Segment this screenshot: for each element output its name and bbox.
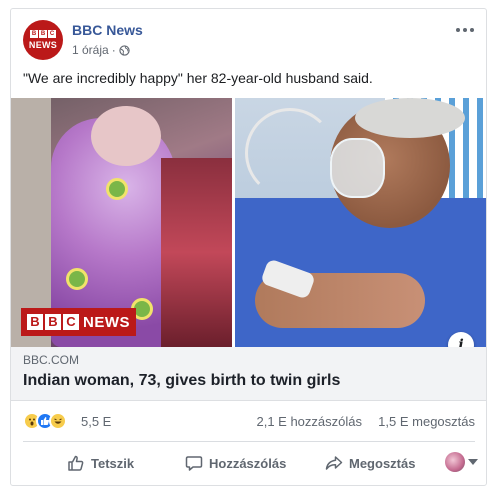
share-count[interactable]: 1,5 E megosztás bbox=[378, 414, 475, 429]
meta-separator: · bbox=[111, 43, 116, 57]
avatar-block: B bbox=[30, 30, 38, 38]
comment-icon bbox=[185, 456, 203, 471]
post-caption: "We are incredibly happy" her 82-year-ol… bbox=[23, 70, 373, 86]
like-button[interactable]: Tetszik bbox=[67, 454, 134, 472]
link-preview-image[interactable]: B B C NEWS i bbox=[11, 98, 486, 347]
photo-mother-with-baby: B B C NEWS bbox=[11, 98, 232, 347]
audience-selector[interactable] bbox=[445, 452, 478, 472]
globe-icon[interactable] bbox=[119, 44, 130, 56]
bbc-news-logo: B B C NEWS bbox=[21, 308, 136, 336]
like-label: Tetszik bbox=[91, 455, 135, 471]
divider bbox=[23, 441, 475, 442]
action-bar: Tetszik Hozzászólás Megosztás bbox=[23, 449, 478, 479]
post-timestamp[interactable]: 1 órája bbox=[72, 43, 109, 57]
reaction-count[interactable]: 5,5 E bbox=[81, 414, 111, 429]
more-options-icon[interactable] bbox=[455, 24, 475, 36]
reactions-bar: 5,5 E 2,1 E hozzászólás 1,5 E megosztás bbox=[23, 411, 475, 433]
thumbs-up-icon bbox=[68, 455, 84, 471]
logo-block: B bbox=[45, 314, 61, 330]
post-meta: 1 órája · bbox=[72, 43, 130, 57]
photo-mother-in-hospital bbox=[235, 98, 486, 347]
avatar-block: C bbox=[48, 30, 56, 38]
post-header: B B C NEWS BBC News 1 órája · bbox=[23, 20, 475, 62]
page-avatar[interactable]: B B C NEWS bbox=[23, 20, 63, 60]
page-name-link[interactable]: BBC News bbox=[72, 22, 143, 38]
comment-button[interactable]: Hozzászólás bbox=[185, 454, 286, 472]
haha-icon bbox=[49, 412, 67, 430]
reaction-icons[interactable] bbox=[23, 412, 67, 430]
avatar-block: B bbox=[39, 30, 47, 38]
logo-word: NEWS bbox=[83, 313, 130, 331]
avatar-word: NEWS bbox=[28, 40, 58, 50]
user-avatar bbox=[445, 452, 465, 472]
post-card: B B C NEWS BBC News 1 órája · "We are in… bbox=[10, 8, 487, 486]
comment-count[interactable]: 2,1 E hozzászólás bbox=[256, 414, 362, 429]
share-button[interactable]: Megosztás bbox=[325, 454, 415, 472]
link-domain: BBC.COM bbox=[23, 353, 80, 367]
share-label: Megosztás bbox=[349, 455, 416, 471]
comment-label: Hozzászólás bbox=[209, 455, 287, 471]
chevron-down-icon bbox=[468, 459, 478, 465]
logo-block: C bbox=[63, 314, 79, 330]
link-title[interactable]: Indian woman, 73, gives birth to twin gi… bbox=[23, 372, 340, 390]
share-icon bbox=[325, 456, 343, 470]
logo-block: B bbox=[27, 314, 43, 330]
link-preview[interactable]: BBC.COM Indian woman, 73, gives birth to… bbox=[11, 347, 486, 401]
avatar-logo-blocks: B B C bbox=[30, 30, 56, 38]
